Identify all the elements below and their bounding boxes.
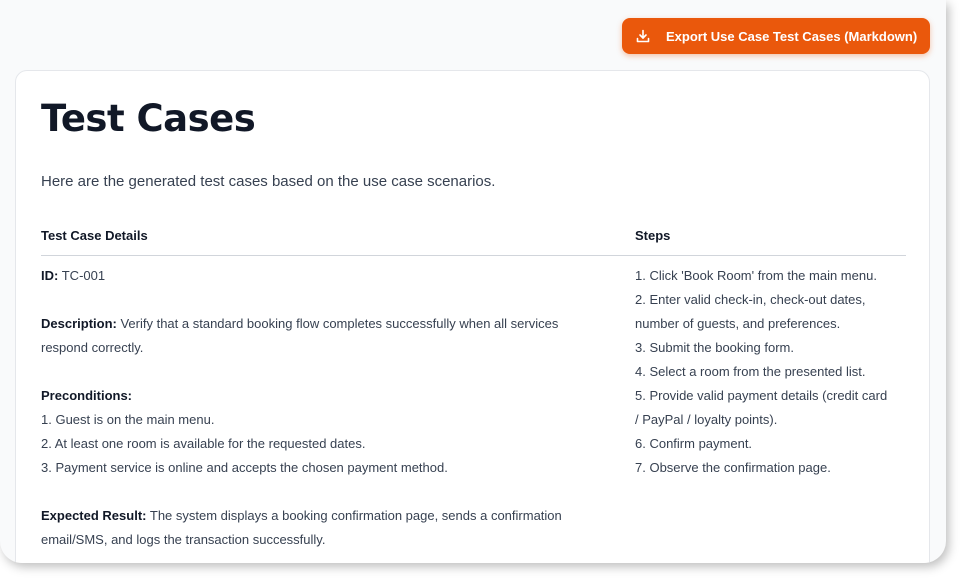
test-cases-card: Test Cases Here are the generated test c… [15, 70, 930, 563]
app-window: Export Use Case Test Cases (Markdown) Te… [0, 0, 946, 563]
column-header-details: Test Case Details [41, 228, 148, 243]
precondition-item: 2. At least one room is available for th… [41, 436, 366, 451]
expected-text-2: email/SMS, and logs the transaction succ… [41, 532, 326, 547]
id-label: ID: [41, 268, 59, 283]
download-icon [636, 29, 650, 43]
expected-result-line: Expected Result: The system displays a b… [41, 504, 616, 528]
step-item: 2. Enter valid check-in, check-out dates… [635, 292, 866, 307]
step-item: 3. Submit the booking form. [635, 340, 794, 355]
preconditions-label-text: Preconditions: [41, 388, 133, 403]
test-case-details-cell: ID: TC-001 Description: Verify that a st… [41, 264, 616, 552]
description-text-1: Verify that a standard booking flow comp… [120, 316, 559, 331]
steps-cell: 1. Click 'Book Room' from the main menu.… [635, 264, 915, 480]
test-case-id: ID: TC-001 [41, 264, 616, 288]
step-item: 4. Select a room from the presented list… [635, 364, 866, 379]
column-header-steps: Steps [635, 228, 671, 243]
step-item: 1. Click 'Book Room' from the main menu. [635, 268, 877, 283]
page-title: Test Cases [41, 97, 256, 140]
export-button-label: Export Use Case Test Cases (Markdown) [666, 28, 918, 44]
description-line: Description: Verify that a standard book… [41, 312, 616, 336]
step-item: 5. Provide valid payment details (credit… [635, 388, 888, 403]
preconditions-label: Preconditions: [41, 384, 616, 408]
intro-text: Here are the generated test cases based … [41, 173, 496, 190]
description-label: Description: [41, 316, 117, 331]
description-text-2: respond correctly. [41, 340, 144, 355]
step-item: number of guests, and preferences. [635, 316, 841, 331]
step-item: 7. Observe the confirmation page. [635, 460, 831, 475]
precondition-item: 3. Payment service is online and accepts… [41, 460, 448, 475]
header-divider [41, 255, 906, 256]
precondition-item: 1. Guest is on the main menu. [41, 412, 215, 427]
expected-label: Expected Result: [41, 508, 147, 523]
step-item: 6. Confirm payment. [635, 436, 753, 451]
step-item: / PayPal / loyalty points). [635, 412, 778, 427]
id-value: TC-001 [61, 268, 106, 283]
expected-text-1: The system displays a booking confirmati… [149, 508, 562, 523]
export-markdown-button[interactable]: Export Use Case Test Cases (Markdown) [622, 18, 930, 54]
